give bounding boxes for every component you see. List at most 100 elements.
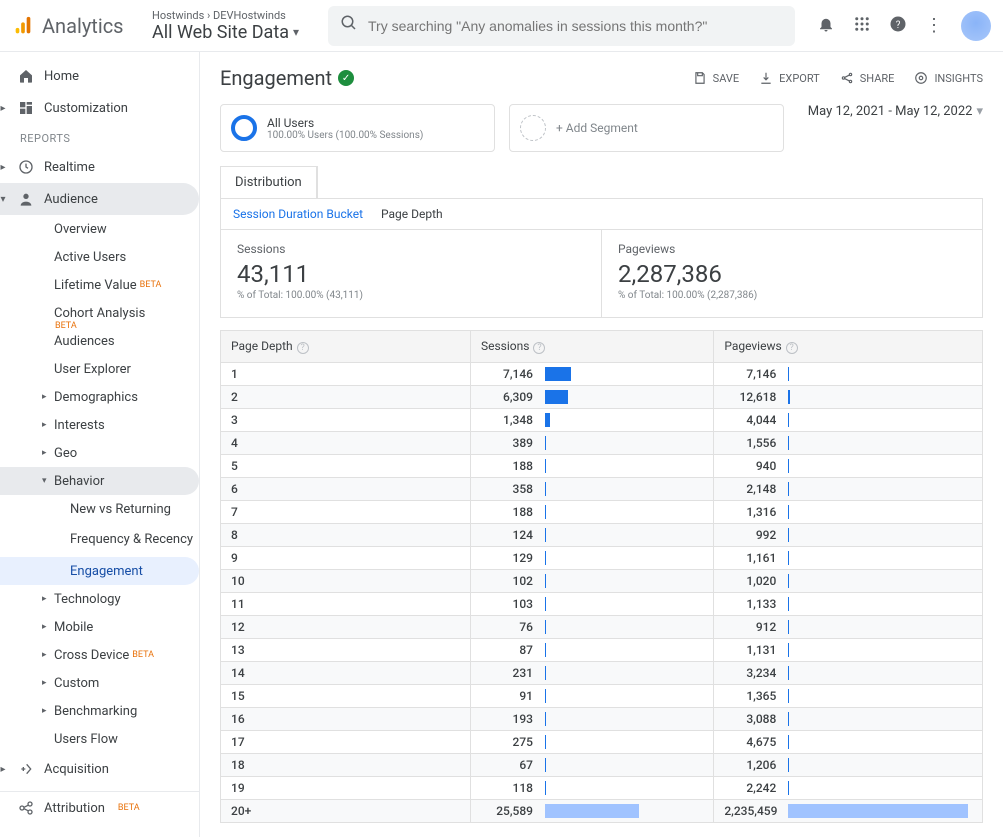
sidebar-item-label: Interests [54, 418, 105, 433]
add-segment-circle-icon [520, 115, 546, 141]
chevron-right-icon: ▸ [42, 650, 47, 660]
col-label: Page Depth [231, 339, 293, 353]
help-icon[interactable]: ? [889, 15, 907, 37]
insights-button[interactable]: INSIGHTS [914, 71, 983, 85]
cell-sessions: 275 [471, 731, 714, 754]
sidebar-item-acquisition[interactable]: ▸ Acquisition [0, 753, 199, 785]
chevron-down-icon: ▾ [293, 25, 299, 39]
date-range-picker[interactable]: May 12, 2021 - May 12, 2022 ▾ [808, 104, 983, 119]
add-segment-button[interactable]: + Add Segment [509, 104, 784, 152]
property-selector[interactable]: Hostwinds › DEVHostwinds All Web Site Da… [152, 9, 312, 43]
sidebar-item-cohort[interactable]: Cohort AnalysisBETA [0, 299, 199, 327]
subtab-page-depth[interactable]: Page Depth [381, 207, 443, 221]
sidebar-item-new-vs-returning[interactable]: New vs Returning [0, 495, 199, 523]
sidebar-item-lifetime-value[interactable]: Lifetime ValueBETA [0, 271, 199, 299]
search-input[interactable] [368, 18, 783, 34]
content-area: Engagement ✓ SAVE EXPORT SHARE INSIGHTS … [200, 52, 1003, 837]
sidebar-item-geo[interactable]: ▸Geo [0, 439, 199, 467]
sidebar-item-home[interactable]: Home [0, 60, 199, 92]
beta-badge: BETA [140, 280, 162, 290]
sidebar-item-technology[interactable]: ▸Technology [0, 585, 199, 613]
cell-sessions: 67 [471, 754, 714, 777]
sidebar-item-interests[interactable]: ▸Interests [0, 411, 199, 439]
metric-pageviews: Pageviews 2,287,386 % of Total: 100.00% … [602, 230, 982, 317]
metric-value: 2,287,386 [618, 260, 966, 288]
sidebar-item-attribution[interactable]: Attribution BETA [0, 792, 199, 824]
sidebar-item-active-users[interactable]: Active Users [0, 243, 199, 271]
subtab-session-duration[interactable]: Session Duration Bucket [233, 207, 363, 221]
cell-sessions: 129 [471, 547, 714, 570]
sidebar-item-cross-device[interactable]: ▸Cross DeviceBETA [0, 641, 199, 669]
chevron-right-icon: ▸ [42, 594, 47, 604]
sidebar-item-mobile[interactable]: ▸ Mobile [0, 613, 199, 641]
chevron-right-icon: ▸ [42, 448, 47, 458]
sidebar-item-audience[interactable]: ▾ Audience [0, 183, 199, 215]
action-bar: SAVE EXPORT SHARE INSIGHTS [693, 71, 983, 85]
sidebar-item-label: Mobile [54, 620, 93, 635]
sidebar-item-audiences[interactable]: Audiences [0, 327, 199, 355]
col-label: Pageviews [724, 339, 781, 353]
view-name: All Web Site Data [152, 22, 289, 43]
save-button[interactable]: SAVE [693, 71, 740, 85]
action-label: SAVE [713, 72, 740, 85]
cell-pageviews: 4,044 [714, 409, 983, 432]
sidebar-item-users-flow[interactable]: Users Flow [0, 725, 199, 753]
help-icon[interactable]: ? [533, 342, 545, 354]
sidebar-item-overview[interactable]: Overview [0, 215, 199, 243]
col-pageviews[interactable]: Pageviews? [714, 331, 983, 363]
cell-depth: 7 [221, 501, 471, 524]
help-icon[interactable]: ? [786, 342, 798, 354]
cell-pageviews: 2,148 [714, 478, 983, 501]
sidebar-item-label: Lifetime Value [54, 278, 137, 293]
notifications-icon[interactable] [817, 15, 835, 37]
metric-value: 43,111 [237, 260, 585, 288]
table-row: 142313,234 [221, 662, 983, 685]
cell-pageviews: 1,206 [714, 754, 983, 777]
more-icon[interactable]: ⋮ [925, 15, 943, 36]
export-button[interactable]: EXPORT [759, 71, 820, 85]
segment-all-users[interactable]: All Users 100.00% Users (100.00% Session… [220, 104, 495, 152]
sidebar-item-label: Attribution [44, 801, 105, 816]
cell-pageviews: 3,234 [714, 662, 983, 685]
top-header: Analytics Hostwinds › DEVHostwinds All W… [0, 0, 1003, 52]
table-row: 20+25,5892,235,459 [221, 800, 983, 823]
avatar[interactable] [961, 11, 991, 41]
table-row: 31,3484,044 [221, 409, 983, 432]
cell-pageviews: 1,020 [714, 570, 983, 593]
cell-depth: 16 [221, 708, 471, 731]
beta-badge: BETA [118, 803, 140, 813]
sidebar-item-demographics[interactable]: ▸Demographics [0, 383, 199, 411]
cell-pageviews: 7,146 [714, 363, 983, 386]
metric-sub: % of Total: 100.00% (2,287,386) [618, 290, 966, 301]
cell-pageviews: 1,316 [714, 501, 983, 524]
sidebar-item-engagement[interactable]: Engagement [0, 557, 199, 585]
sidebar-item-behavior[interactable]: ▾Behavior [0, 467, 199, 495]
sidebar-item-frequency[interactable]: Frequency & Recency [0, 523, 199, 557]
share-button[interactable]: SHARE [840, 71, 895, 85]
table-row: 161933,088 [221, 708, 983, 731]
cell-pageviews: 4,675 [714, 731, 983, 754]
tab-distribution[interactable]: Distribution [221, 167, 317, 198]
cell-depth: 20+ [221, 800, 471, 823]
search-bar[interactable] [328, 6, 795, 46]
sidebar-item-customization[interactable]: ▸ Customization [0, 92, 199, 124]
sidebar-item-realtime[interactable]: ▸ Realtime [0, 151, 199, 183]
sidebar-item-user-explorer[interactable]: User Explorer [0, 355, 199, 383]
sidebar-item-label: Frequency & Recency [70, 533, 193, 547]
brand-name: Analytics [42, 14, 124, 38]
help-icon[interactable]: ? [297, 342, 309, 354]
sidebar-item-custom[interactable]: ▸Custom [0, 669, 199, 697]
cell-depth: 13 [221, 639, 471, 662]
col-sessions[interactable]: Sessions? [471, 331, 714, 363]
brand-block[interactable]: Analytics [12, 14, 144, 38]
sidebar-item-label: Demographics [54, 390, 138, 405]
subtab-row: Session Duration Bucket Page Depth [220, 198, 983, 230]
cell-depth: 6 [221, 478, 471, 501]
chevron-right-icon: ▸ [42, 622, 47, 632]
apps-icon[interactable] [853, 15, 871, 37]
segment-title: All Users [267, 116, 423, 130]
sidebar-item-benchmarking[interactable]: ▸Benchmarking [0, 697, 199, 725]
table-row: 91291,161 [221, 547, 983, 570]
cell-pageviews: 912 [714, 616, 983, 639]
col-depth[interactable]: Page Depth? [221, 331, 471, 363]
